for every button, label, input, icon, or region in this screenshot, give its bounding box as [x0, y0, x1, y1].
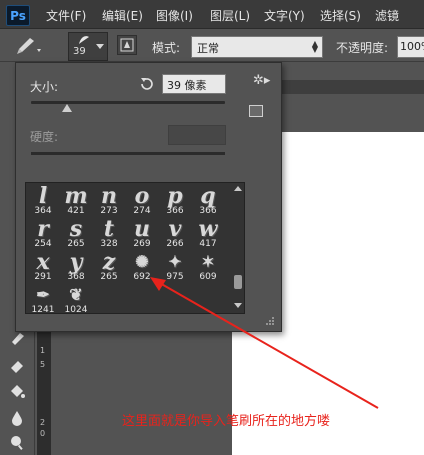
annotation-arrow [150, 277, 379, 409]
annotation-text: 这里面就是你导入笔刷所在的地方喽 [122, 414, 331, 429]
